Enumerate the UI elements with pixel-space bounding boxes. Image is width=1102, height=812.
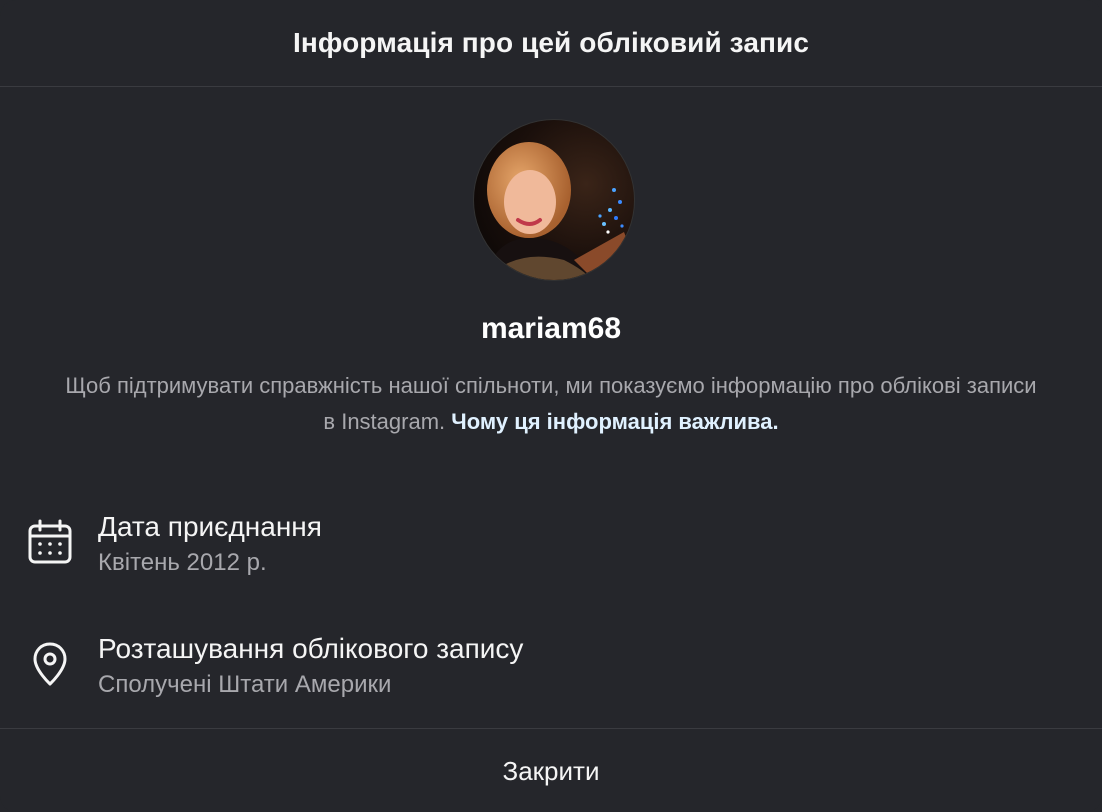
join-date-value: Квітень 2012 р.	[98, 549, 267, 576]
location-value: Сполучені Штати Америки	[98, 671, 392, 698]
calendar-icon	[26, 518, 74, 566]
dialog-title: Інформація про цей обліковий запис	[292, 27, 809, 58]
info-row-location: Розташування облікового запису Сполучені…	[26, 630, 523, 702]
join-date-label: Дата приєднання	[98, 511, 322, 542]
account-info-dialog: Інформація про цей обліковий запис maria…	[0, 0, 1102, 812]
close-button[interactable]: Закрити	[0, 728, 1102, 812]
close-button-label: Закрити	[502, 755, 600, 786]
dialog-header: Інформація про цей обліковий запис	[0, 0, 1102, 87]
username: mariam68	[480, 312, 622, 345]
info-row-join-date: Дата приєднання Квітень 2012 р.	[26, 508, 322, 580]
why-important-link[interactable]: Чому ця інформація важлива.	[451, 409, 778, 434]
avatar-photo	[474, 120, 634, 280]
authenticity-notice: Щоб підтримувати справжність нашої спіль…	[60, 368, 1042, 440]
avatar	[474, 120, 634, 280]
location-label: Розташування облікового запису	[98, 633, 524, 664]
location-pin-icon	[26, 640, 74, 688]
